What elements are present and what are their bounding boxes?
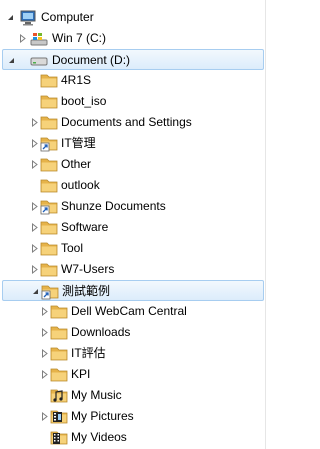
navigation-tree: Computer Win 7 (C:) Document (D:) 4R1S b…	[0, 0, 266, 449]
collapsed-arrow-icon[interactable]	[38, 406, 50, 427]
tree-item-label: Computer	[41, 10, 94, 24]
tree-item-it-evaluation[interactable]: IT評估	[0, 343, 266, 364]
collapsed-arrow-icon[interactable]	[28, 154, 40, 175]
collapsed-arrow-icon[interactable]	[38, 343, 50, 364]
tree-item-label: IT管理	[61, 136, 96, 150]
collapsed-arrow-icon[interactable]	[28, 217, 40, 238]
tree-item-label: KPI	[71, 367, 91, 381]
drive-icon	[30, 52, 48, 69]
music-folder-icon	[50, 387, 68, 404]
tree-item-other[interactable]: Other	[0, 154, 266, 175]
tree-item-document-drive[interactable]: Document (D:)	[2, 49, 264, 70]
tree-item-label: outlook	[61, 178, 100, 192]
tree-item-label: Tool	[61, 241, 84, 255]
tree-item-label: Win 7 (C:)	[52, 31, 106, 45]
tree-item-tool[interactable]: Tool	[0, 238, 266, 259]
tree-item-label: Other	[61, 157, 92, 171]
tree-item-documents-and-settings[interactable]: Documents and Settings	[0, 112, 266, 133]
folder-icon	[40, 93, 58, 110]
collapsed-arrow-icon[interactable]	[28, 196, 40, 217]
tree-item-downloads[interactable]: Downloads	[0, 322, 266, 343]
tree-item-label: My Music	[71, 388, 122, 402]
tree-item-outlook[interactable]: outlook	[0, 175, 266, 196]
tree-item-label: Software	[61, 220, 109, 234]
tree-item-it-management[interactable]: IT管理	[0, 133, 266, 154]
folder-icon	[40, 261, 58, 278]
folder-icon	[40, 177, 58, 194]
collapsed-arrow-icon[interactable]	[38, 322, 50, 343]
tree-item-label: Dell WebCam Central	[71, 304, 187, 318]
folder-icon	[50, 303, 68, 320]
folder-shortcut-icon	[40, 198, 58, 215]
folder-icon	[40, 219, 58, 236]
tree-item-boot-iso[interactable]: boot_iso	[0, 91, 266, 112]
pictures-folder-icon	[50, 408, 68, 425]
collapsed-arrow-icon[interactable]	[28, 133, 40, 154]
collapsed-arrow-icon[interactable]	[38, 301, 50, 322]
collapsed-arrow-icon[interactable]	[28, 238, 40, 259]
tree-item-my-pictures[interactable]: My Pictures	[0, 406, 266, 427]
expanded-arrow-icon[interactable]	[4, 7, 16, 28]
tree-item-kpi[interactable]: KPI	[0, 364, 266, 385]
folder-icon	[50, 324, 68, 341]
collapsed-arrow-icon[interactable]	[16, 28, 28, 49]
tree-item-label: 4R1S	[61, 73, 92, 87]
tree-item-label: Downloads	[71, 325, 131, 339]
tree-item-computer[interactable]: Computer	[0, 7, 266, 28]
collapsed-arrow-icon[interactable]	[38, 364, 50, 385]
tree-item-label: My Pictures	[71, 409, 134, 423]
folder-icon	[40, 240, 58, 257]
folder-icon	[50, 366, 68, 383]
collapsed-arrow-icon[interactable]	[28, 259, 40, 280]
tree-item-label: My Videos	[71, 430, 127, 444]
computer-icon	[19, 9, 37, 26]
folder-shortcut-icon	[41, 283, 59, 300]
videos-folder-icon	[50, 429, 68, 446]
tree-item-my-videos[interactable]: My Videos	[0, 427, 266, 448]
tree-item-label: 測試範例	[62, 284, 111, 298]
tree-item-label: Shunze Documents	[61, 199, 166, 213]
tree-item-label: IT評估	[71, 346, 106, 360]
windows-drive-icon	[30, 30, 48, 47]
expanded-arrow-icon[interactable]	[29, 281, 41, 302]
folder-icon	[40, 114, 58, 131]
tree-item-label: W7-Users	[61, 262, 115, 276]
tree-item-shunze-documents[interactable]: Shunze Documents	[0, 196, 266, 217]
tree-item-label: boot_iso	[61, 94, 107, 108]
expanded-arrow-icon[interactable]	[5, 50, 17, 71]
tree-item-w7-users[interactable]: W7-Users	[0, 259, 266, 280]
tree-item-win7-drive[interactable]: Win 7 (C:)	[0, 28, 266, 49]
tree-item-dell-webcam-central[interactable]: Dell WebCam Central	[0, 301, 266, 322]
folder-icon	[40, 156, 58, 173]
tree-item-4r1s[interactable]: 4R1S	[0, 70, 266, 91]
tree-item-label: Document (D:)	[52, 53, 131, 67]
folder-icon	[50, 345, 68, 362]
collapsed-arrow-icon[interactable]	[28, 112, 40, 133]
folder-icon	[40, 72, 58, 89]
tree-item-label: Documents and Settings	[61, 115, 192, 129]
folder-shortcut-icon	[40, 135, 58, 152]
tree-item-software[interactable]: Software	[0, 217, 266, 238]
tree-item-test-samples[interactable]: 測試範例	[2, 280, 264, 301]
tree-item-my-music[interactable]: My Music	[0, 385, 266, 406]
